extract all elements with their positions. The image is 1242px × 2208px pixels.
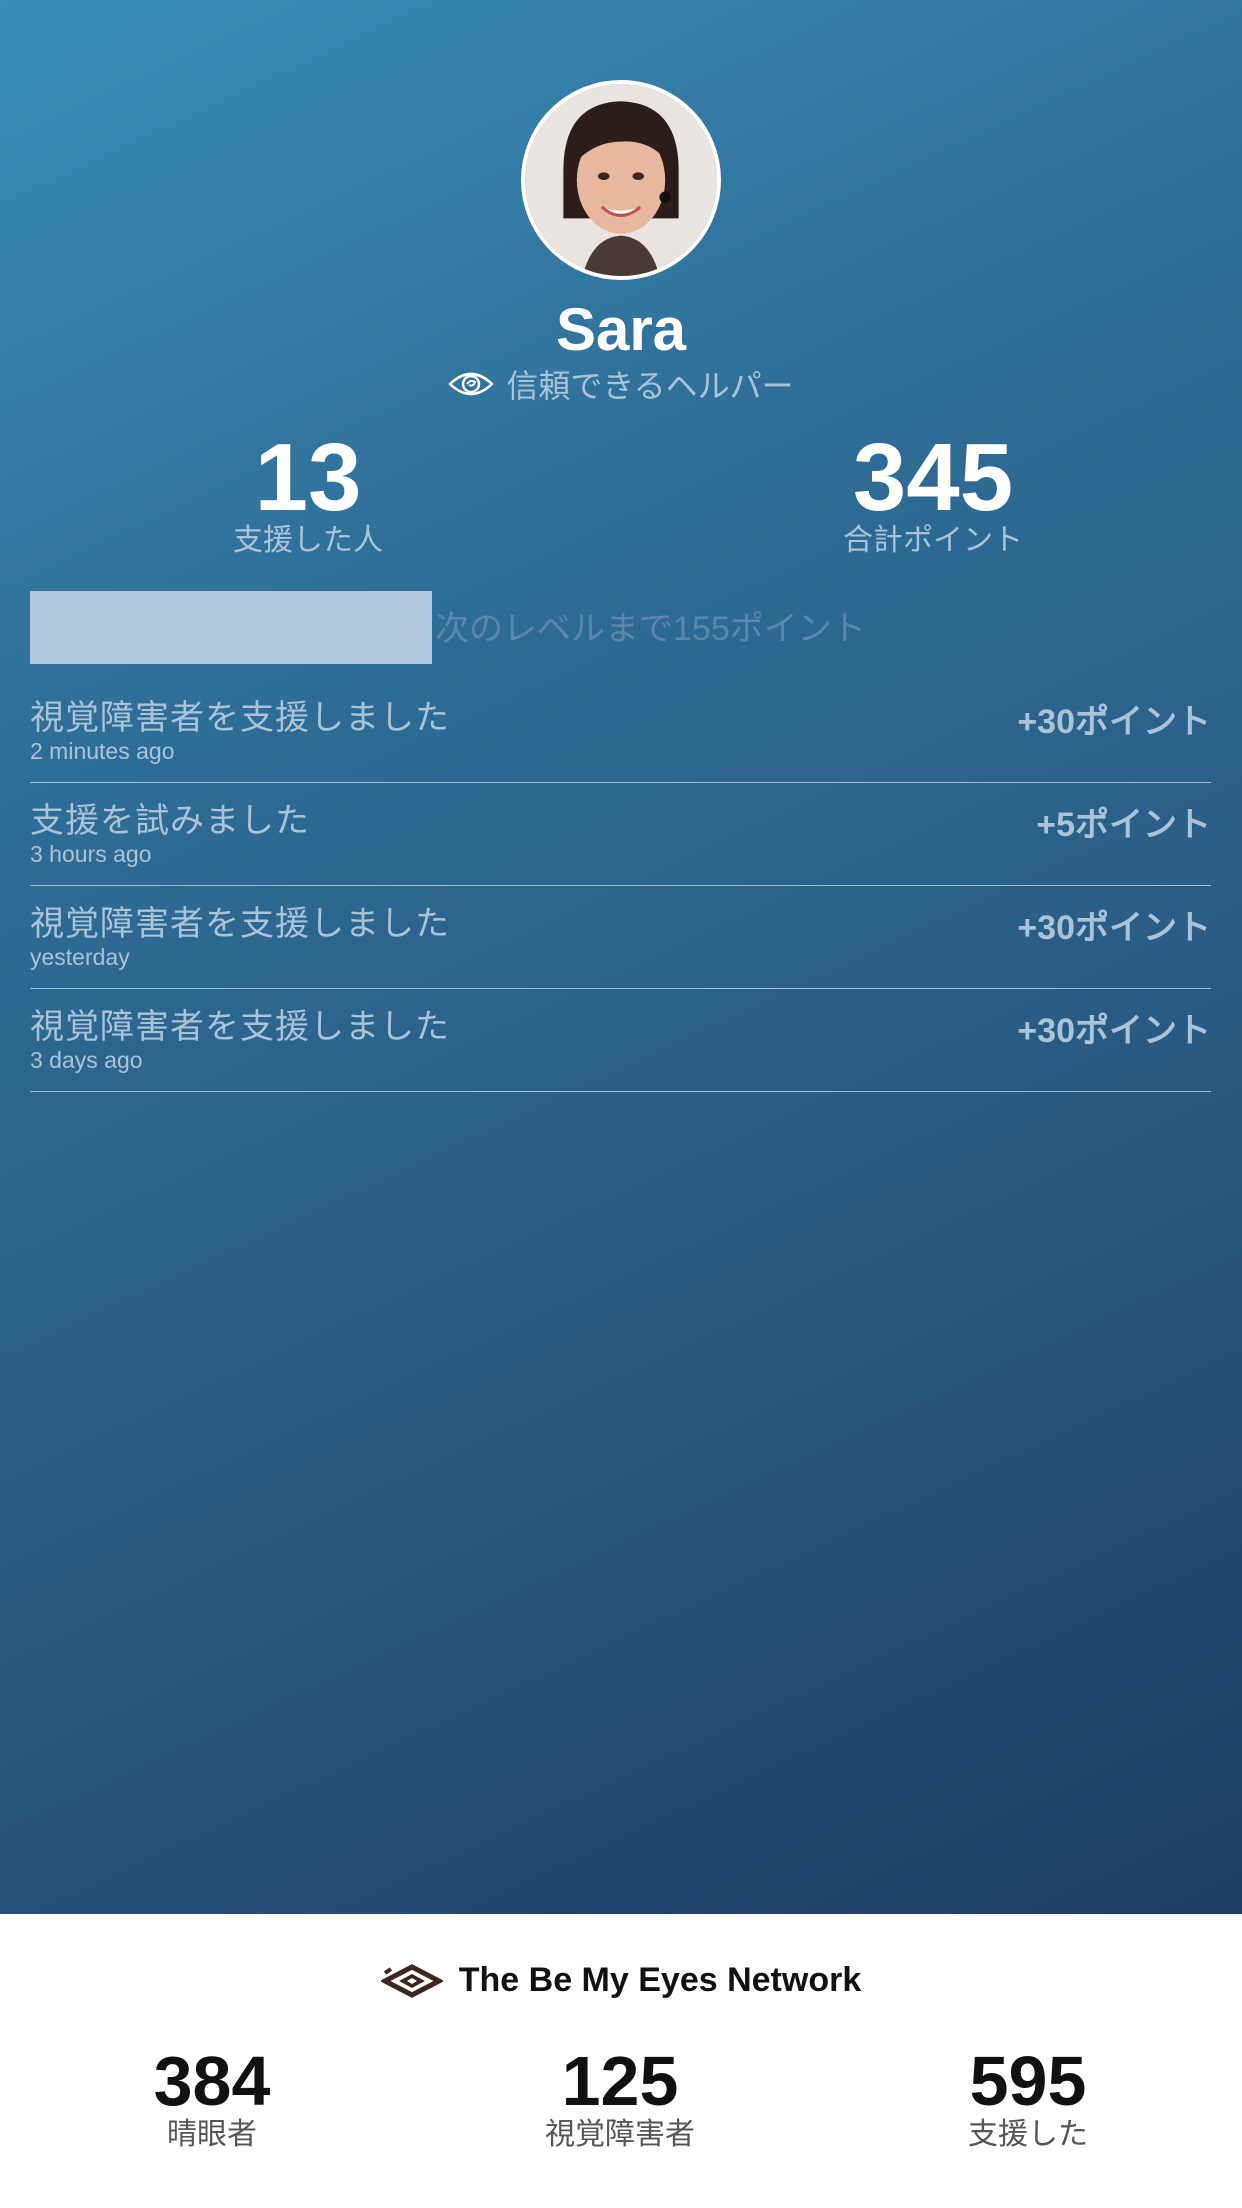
level-progress-bar: 次のレベルまで155ポイント [30, 591, 1211, 664]
sighted-count: 384 [153, 2042, 271, 2120]
helper-badge: 信頼できるヘルパー [0, 362, 1242, 406]
avatar-photo-icon [525, 84, 717, 276]
activity-points: +30ポイント [1017, 909, 1211, 947]
list-item[interactable]: 支援を試みました 3 hours ago +5ポイント [30, 783, 1211, 886]
activity-time: yesterday [30, 944, 130, 970]
user-name: Sara [555, 296, 687, 363]
helper-role-label: 信頼できるヘルパー [506, 368, 794, 404]
activity-title: 視覚障害者を支援しました [30, 905, 450, 943]
assisted-count: 595 [969, 2042, 1087, 2120]
list-item[interactable]: 視覚障害者を支援しました yesterday +30ポイント [30, 886, 1211, 989]
activity-points: +30ポイント [1017, 703, 1211, 741]
points-label: 合計ポイント [843, 524, 1023, 557]
assisted-label: 支援した [968, 2118, 1088, 2151]
activity-points: +5ポイント [1036, 806, 1211, 844]
assisted-stat: 595 支援した [878, 2044, 1178, 2152]
sighted-stat: 384 晴眼者 [62, 2044, 362, 2152]
eye-icon [448, 368, 495, 400]
helped-label: 支援した人 [233, 524, 383, 557]
level-progress-label: 次のレベルまで155ポイント [435, 610, 866, 648]
helped-stat: 13 支援した人 [108, 428, 508, 558]
sighted-label: 晴眼者 [167, 2118, 257, 2151]
list-item[interactable]: 視覚障害者を支援しました 3 days ago +30ポイント [30, 989, 1211, 1092]
activity-time: 3 hours ago [30, 841, 152, 867]
points-stat: 345 合計ポイント [733, 428, 1133, 558]
activity-title: 支援を試みました [30, 802, 310, 840]
blind-stat: 125 視覚障害者 [470, 2044, 770, 2152]
avatar [521, 80, 721, 280]
blind-count: 125 [561, 2042, 679, 2120]
level-progress-fill [30, 591, 432, 664]
activity-points: +30ポイント [1017, 1012, 1211, 1050]
activity-title: 視覚障害者を支援しました [30, 699, 450, 737]
activity-time: 3 days ago [30, 1047, 143, 1073]
activity-list: 視覚障害者を支援しました 2 minutes ago +30ポイント 支援を試み… [30, 680, 1211, 1092]
blind-label: 視覚障害者 [545, 2118, 695, 2151]
activity-title: 視覚障害者を支援しました [30, 1008, 450, 1046]
list-item[interactable]: 視覚障害者を支援しました 2 minutes ago +30ポイント [30, 680, 1211, 783]
activity-time: 2 minutes ago [30, 738, 175, 764]
network-section: The Be My Eyes Network 384 晴眼者 125 視覚障害者… [0, 1914, 1242, 2208]
helped-count: 13 [254, 424, 362, 531]
network-title: The Be My Eyes Network [458, 1960, 862, 1999]
be-my-eyes-logo-icon [380, 1959, 443, 2001]
points-total: 345 [852, 424, 1014, 531]
network-header: The Be My Eyes Network [0, 1950, 1242, 2010]
profile-section: Sara 信頼できるヘルパー 13 支援した人 345 合計ポイント 次のレベル… [0, 0, 1242, 1914]
